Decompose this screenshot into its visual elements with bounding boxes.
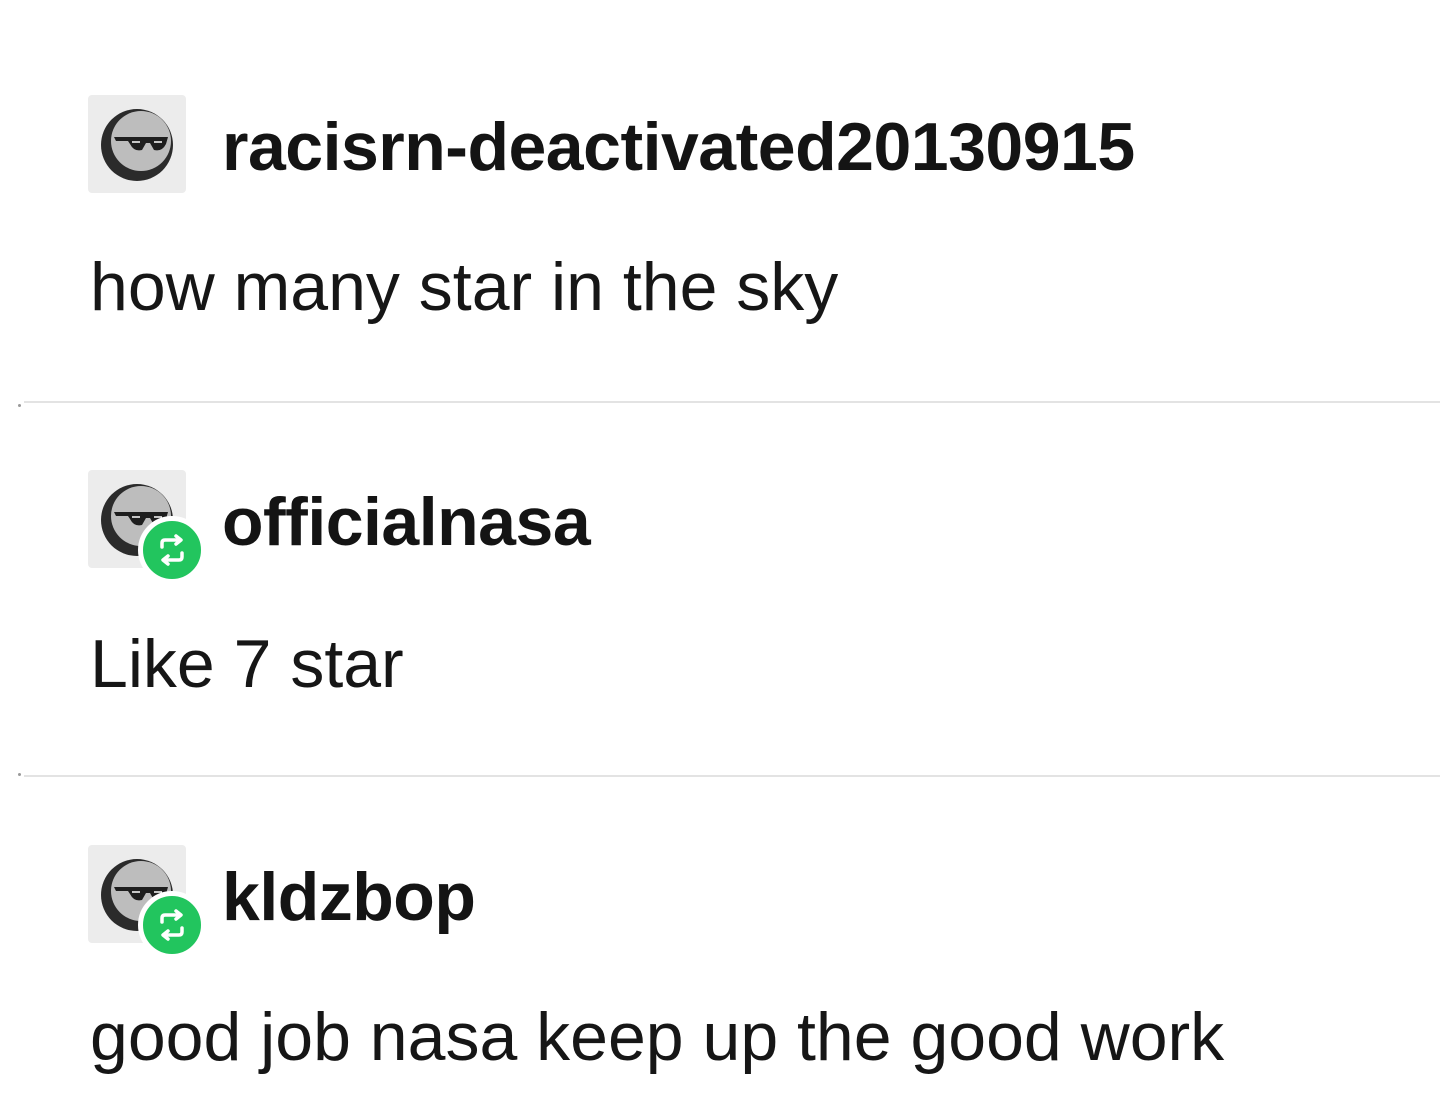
reblog-icon <box>160 909 184 941</box>
thread-post: kldzbop good job nasa keep up the good w… <box>0 845 1440 1075</box>
post-text: Like 7 star <box>90 626 404 702</box>
username[interactable]: kldzbop <box>222 859 476 935</box>
post-divider <box>24 775 1440 777</box>
reblog-badge <box>138 516 206 584</box>
avatar[interactable] <box>88 470 206 584</box>
divider-dot <box>18 404 21 407</box>
post-text: how many star in the sky <box>90 249 839 325</box>
post-header: officialnasa <box>0 470 1440 584</box>
post-header: kldzbop <box>0 845 1440 959</box>
divider-dot <box>18 773 21 776</box>
avatar[interactable] <box>88 845 206 959</box>
username[interactable]: racisrn-deactivated20130915 <box>222 109 1135 185</box>
reblog-icon <box>160 534 184 566</box>
thread-post: racisrn-deactivated20130915 how many sta… <box>0 95 1440 325</box>
reblog-thread: racisrn-deactivated20130915 how many sta… <box>0 0 1440 1100</box>
post-text: good job nasa keep up the good work <box>90 999 1225 1075</box>
sunglasses-face-icon <box>101 109 173 181</box>
reblog-badge <box>138 891 206 959</box>
post-header: racisrn-deactivated20130915 <box>0 95 1440 195</box>
avatar[interactable] <box>88 95 186 193</box>
thread-post: officialnasa Like 7 star <box>0 470 1440 702</box>
post-divider <box>24 401 1440 403</box>
username[interactable]: officialnasa <box>222 484 591 560</box>
